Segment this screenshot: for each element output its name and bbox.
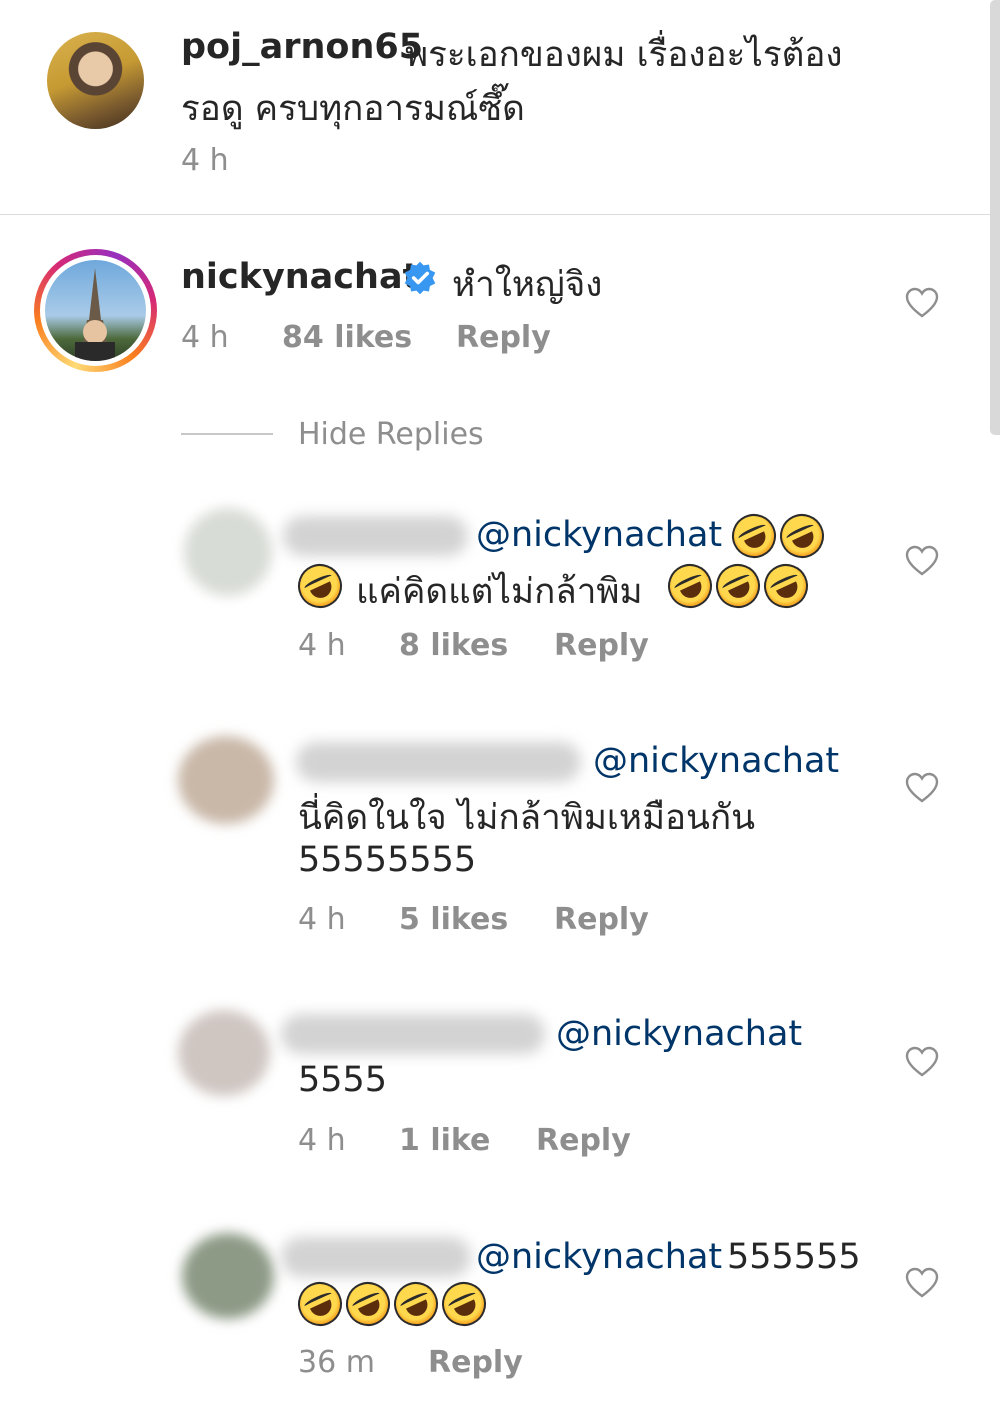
divider xyxy=(0,214,990,215)
reply-likes[interactable]: 8 likes xyxy=(399,628,508,663)
reply-avatar[interactable] xyxy=(184,508,272,596)
emoji-group xyxy=(660,556,816,616)
verified-badge-icon xyxy=(404,261,436,295)
hide-replies-button[interactable]: Hide Replies xyxy=(298,417,484,452)
hide-replies-line xyxy=(181,433,273,435)
laughing-emoji-icon xyxy=(338,1274,398,1334)
reply-username-blurred[interactable] xyxy=(281,1014,545,1054)
comment-author-avatar[interactable] xyxy=(34,249,157,372)
comment-username[interactable]: nickynachat xyxy=(181,257,419,297)
reply-likes[interactable]: 1 like xyxy=(399,1123,490,1158)
like-heart-icon[interactable] xyxy=(905,287,939,319)
emoji-group xyxy=(290,1274,494,1334)
reply-text-line1: นี่คิดในใจ ไม่กล้าพิมเหมือนกัน xyxy=(298,798,756,838)
caption-username[interactable]: poj_arnon65 xyxy=(181,27,423,67)
like-heart-icon[interactable] xyxy=(905,545,939,577)
reply-reply-button[interactable]: Reply xyxy=(428,1345,523,1380)
reply-avatar[interactable] xyxy=(182,1233,274,1319)
laughing-emoji-icon xyxy=(772,506,832,566)
caption-text-line2: รอดู ครบทุกอารมณ์ซึ๊ด xyxy=(181,89,525,129)
reply-username-blurred[interactable] xyxy=(283,516,468,556)
reply-text: แค่คิดแต่ไม่กล้าพิม xyxy=(356,572,643,612)
laughing-emoji-icon xyxy=(386,1274,446,1334)
reply-username-blurred[interactable] xyxy=(281,1237,471,1277)
like-heart-icon[interactable] xyxy=(905,1267,939,1299)
reply-time: 4 h xyxy=(298,1123,346,1158)
reply-avatar[interactable] xyxy=(178,1010,270,1096)
reply-reply-button[interactable]: Reply xyxy=(536,1123,631,1158)
emoji-group xyxy=(290,556,350,616)
like-heart-icon[interactable] xyxy=(905,772,939,804)
laughing-emoji-icon xyxy=(756,556,816,616)
laughing-emoji-icon xyxy=(708,556,768,616)
reply-reply-button[interactable]: Reply xyxy=(554,628,649,663)
emoji-group xyxy=(724,506,832,566)
reply-avatar[interactable] xyxy=(178,736,274,824)
reply-time: 36 m xyxy=(298,1345,375,1380)
reply-time: 4 h xyxy=(298,628,346,663)
reply-mention[interactable]: @nickynachat xyxy=(476,515,722,555)
laughing-emoji-icon xyxy=(434,1274,494,1334)
comment-time: 4 h xyxy=(181,320,229,355)
reply-mention[interactable]: @nickynachat xyxy=(556,1014,802,1054)
caption-author-avatar[interactable] xyxy=(47,32,144,129)
laughing-emoji-icon xyxy=(724,506,784,566)
comment-likes[interactable]: 84 likes xyxy=(282,320,412,355)
laughing-emoji-icon xyxy=(290,556,350,616)
caption-text-line1: พระเอกของผม เรื่องอะไรต้อง xyxy=(405,35,843,75)
caption-time: 4 h xyxy=(181,143,229,178)
laughing-emoji-icon xyxy=(660,556,720,616)
comment-reply-button[interactable]: Reply xyxy=(456,320,551,355)
reply-username-blurred[interactable] xyxy=(296,742,581,782)
reply-text: 555555 xyxy=(727,1237,861,1277)
reply-mention[interactable]: @nickynachat xyxy=(476,1237,722,1277)
scrollbar[interactable] xyxy=(990,0,1000,435)
reply-reply-button[interactable]: Reply xyxy=(554,902,649,937)
like-heart-icon[interactable] xyxy=(905,1046,939,1078)
reply-mention[interactable]: @nickynachat xyxy=(593,741,839,781)
reply-time: 4 h xyxy=(298,902,346,937)
reply-text: 5555 xyxy=(298,1060,388,1100)
comment-text: หำใหญ่จิง xyxy=(452,265,603,305)
reply-text-line2: 55555555 xyxy=(298,840,477,880)
laughing-emoji-icon xyxy=(290,1274,350,1334)
reply-likes[interactable]: 5 likes xyxy=(399,902,508,937)
